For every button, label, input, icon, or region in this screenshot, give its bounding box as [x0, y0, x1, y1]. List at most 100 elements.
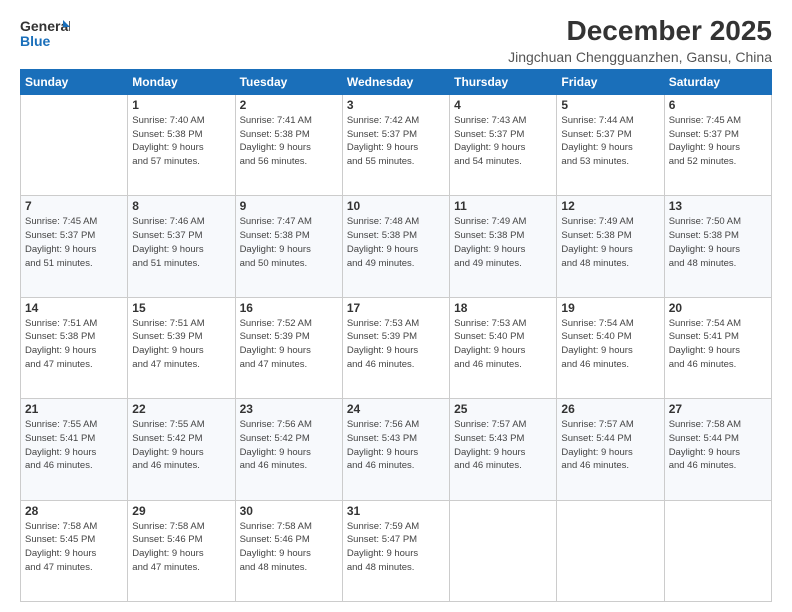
table-cell: 26 Sunrise: 7:57 AMSunset: 5:44 PMDayligh…: [557, 399, 664, 500]
logo: General Blue: [20, 16, 70, 54]
day-number: 10: [347, 199, 445, 213]
day-number: 26: [561, 402, 659, 416]
table-cell: 20Sunrise: 7:54 AMSunset: 5:41 PMDayligh…: [664, 297, 771, 398]
table-cell: 19 Sunrise: 7:54 AMSunset: 5:40 PMDayligh…: [557, 297, 664, 398]
day-info: Sunrise: 7:47 AMSunset: 5:38 PMDaylight:…: [240, 215, 338, 270]
day-info: Sunrise: 7:52 AMSunset: 5:39 PMDaylight:…: [240, 317, 338, 372]
col-sunday: Sunday: [21, 69, 128, 94]
table-cell: 17 Sunrise: 7:53 AMSunset: 5:39 PMDayligh…: [342, 297, 449, 398]
page: General Blue December 2025 Jingchuan Che…: [0, 0, 792, 612]
day-number: 24: [347, 402, 445, 416]
day-number: 27: [669, 402, 767, 416]
day-info: Sunrise: 7:53 AMSunset: 5:40 PMDaylight:…: [454, 317, 552, 372]
table-cell: 27 Sunrise: 7:58 AMSunset: 5:44 PMDayligh…: [664, 399, 771, 500]
day-number: 17: [347, 301, 445, 315]
day-info: Sunrise: 7:58 AMSunset: 5:45 PMDaylight:…: [25, 520, 123, 575]
day-number: 22: [132, 402, 230, 416]
day-info: Sunrise: 7:43 AMSunset: 5:37 PMDaylight:…: [454, 114, 552, 169]
location: Jingchuan Chengguanzhen, Gansu, China: [508, 49, 772, 65]
day-number: 4: [454, 98, 552, 112]
table-cell: 13 Sunrise: 7:50 AMSunset: 5:38 PMDayligh…: [664, 196, 771, 297]
table-cell: 24 Sunrise: 7:56 AMSunset: 5:43 PMDayligh…: [342, 399, 449, 500]
col-friday: Friday: [557, 69, 664, 94]
day-info: Sunrise: 7:49 AMSunset: 5:38 PMDaylight:…: [561, 215, 659, 270]
day-number: 1: [132, 98, 230, 112]
day-number: 31: [347, 504, 445, 518]
table-cell: 6Sunrise: 7:45 AMSunset: 5:37 PMDaylight…: [664, 94, 771, 195]
day-number: 28: [25, 504, 123, 518]
table-cell: 2 Sunrise: 7:41 AMSunset: 5:38 PMDaylight…: [235, 94, 342, 195]
table-cell: 31 Sunrise: 7:59 AMSunset: 5:47 PMDayligh…: [342, 500, 449, 601]
col-saturday: Saturday: [664, 69, 771, 94]
day-info: Sunrise: 7:54 AMSunset: 5:40 PMDaylight:…: [561, 317, 659, 372]
day-number: 6: [669, 98, 767, 112]
day-number: 19: [561, 301, 659, 315]
day-number: 15: [132, 301, 230, 315]
day-number: 16: [240, 301, 338, 315]
header: General Blue December 2025 Jingchuan Che…: [20, 16, 772, 65]
day-number: 18: [454, 301, 552, 315]
day-info: Sunrise: 7:58 AMSunset: 5:46 PMDaylight:…: [132, 520, 230, 575]
table-cell: [557, 500, 664, 601]
day-number: 7: [25, 199, 123, 213]
day-number: 20: [669, 301, 767, 315]
week-row-4: 21 Sunrise: 7:55 AMSunset: 5:41 PMDayligh…: [21, 399, 772, 500]
week-row-2: 7 Sunrise: 7:45 AMSunset: 5:37 PMDaylight…: [21, 196, 772, 297]
table-cell: 9 Sunrise: 7:47 AMSunset: 5:38 PMDaylight…: [235, 196, 342, 297]
day-number: 30: [240, 504, 338, 518]
day-info: Sunrise: 7:40 AMSunset: 5:38 PMDaylight:…: [132, 114, 230, 169]
logo-svg: General Blue: [20, 16, 70, 54]
table-cell: 18 Sunrise: 7:53 AMSunset: 5:40 PMDayligh…: [450, 297, 557, 398]
day-info: Sunrise: 7:51 AMSunset: 5:39 PMDaylight:…: [132, 317, 230, 372]
day-info: Sunrise: 7:58 AMSunset: 5:44 PMDaylight:…: [669, 418, 767, 473]
day-info: Sunrise: 7:42 AMSunset: 5:37 PMDaylight:…: [347, 114, 445, 169]
day-number: 29: [132, 504, 230, 518]
table-cell: 8Sunrise: 7:46 AMSunset: 5:37 PMDaylight…: [128, 196, 235, 297]
day-info: Sunrise: 7:57 AMSunset: 5:43 PMDaylight:…: [454, 418, 552, 473]
day-number: 12: [561, 199, 659, 213]
svg-text:Blue: Blue: [20, 33, 51, 49]
table-cell: [664, 500, 771, 601]
day-info: Sunrise: 7:45 AMSunset: 5:37 PMDaylight:…: [25, 215, 123, 270]
day-info: Sunrise: 7:59 AMSunset: 5:47 PMDaylight:…: [347, 520, 445, 575]
table-cell: 21 Sunrise: 7:55 AMSunset: 5:41 PMDayligh…: [21, 399, 128, 500]
day-info: Sunrise: 7:53 AMSunset: 5:39 PMDaylight:…: [347, 317, 445, 372]
week-row-5: 28 Sunrise: 7:58 AMSunset: 5:45 PMDayligh…: [21, 500, 772, 601]
col-thursday: Thursday: [450, 69, 557, 94]
table-cell: 7 Sunrise: 7:45 AMSunset: 5:37 PMDaylight…: [21, 196, 128, 297]
day-info: Sunrise: 7:48 AMSunset: 5:38 PMDaylight:…: [347, 215, 445, 270]
month-title: December 2025: [508, 16, 772, 47]
day-number: 2: [240, 98, 338, 112]
day-number: 25: [454, 402, 552, 416]
day-info: Sunrise: 7:58 AMSunset: 5:46 PMDaylight:…: [240, 520, 338, 575]
table-cell: 10 Sunrise: 7:48 AMSunset: 5:38 PMDayligh…: [342, 196, 449, 297]
day-info: Sunrise: 7:55 AMSunset: 5:41 PMDaylight:…: [25, 418, 123, 473]
day-number: 21: [25, 402, 123, 416]
table-cell: 28 Sunrise: 7:58 AMSunset: 5:45 PMDayligh…: [21, 500, 128, 601]
day-info: Sunrise: 7:44 AMSunset: 5:37 PMDaylight:…: [561, 114, 659, 169]
table-cell: 22 Sunrise: 7:55 AMSunset: 5:42 PMDayligh…: [128, 399, 235, 500]
week-row-3: 14Sunrise: 7:51 AMSunset: 5:38 PMDayligh…: [21, 297, 772, 398]
table-cell: [21, 94, 128, 195]
day-info: Sunrise: 7:41 AMSunset: 5:38 PMDaylight:…: [240, 114, 338, 169]
table-cell: 30 Sunrise: 7:58 AMSunset: 5:46 PMDayligh…: [235, 500, 342, 601]
table-cell: 14Sunrise: 7:51 AMSunset: 5:38 PMDayligh…: [21, 297, 128, 398]
day-info: Sunrise: 7:55 AMSunset: 5:42 PMDaylight:…: [132, 418, 230, 473]
col-wednesday: Wednesday: [342, 69, 449, 94]
day-number: 13: [669, 199, 767, 213]
day-info: Sunrise: 7:50 AMSunset: 5:38 PMDaylight:…: [669, 215, 767, 270]
day-number: 23: [240, 402, 338, 416]
day-info: Sunrise: 7:57 AMSunset: 5:44 PMDaylight:…: [561, 418, 659, 473]
day-number: 9: [240, 199, 338, 213]
day-number: 5: [561, 98, 659, 112]
table-cell: 29 Sunrise: 7:58 AMSunset: 5:46 PMDayligh…: [128, 500, 235, 601]
day-info: Sunrise: 7:51 AMSunset: 5:38 PMDaylight:…: [25, 317, 123, 372]
table-cell: 11Sunrise: 7:49 AMSunset: 5:38 PMDayligh…: [450, 196, 557, 297]
day-info: Sunrise: 7:56 AMSunset: 5:43 PMDaylight:…: [347, 418, 445, 473]
day-number: 3: [347, 98, 445, 112]
table-cell: 15 Sunrise: 7:51 AMSunset: 5:39 PMDayligh…: [128, 297, 235, 398]
header-row: Sunday Monday Tuesday Wednesday Thursday…: [21, 69, 772, 94]
table-cell: [450, 500, 557, 601]
svg-text:General: General: [20, 18, 70, 34]
col-tuesday: Tuesday: [235, 69, 342, 94]
